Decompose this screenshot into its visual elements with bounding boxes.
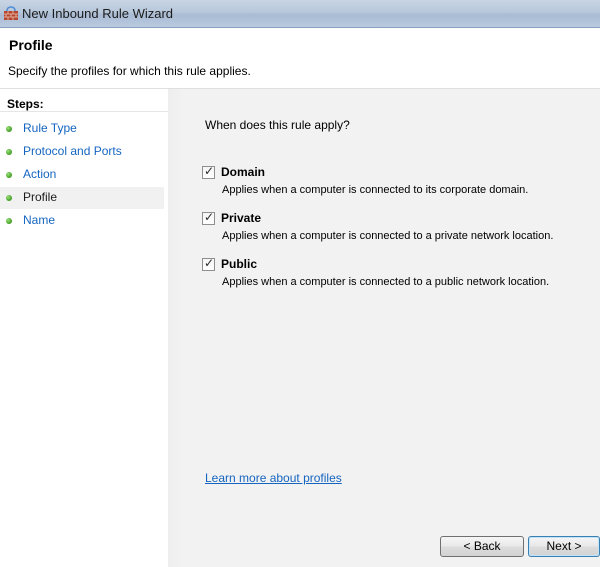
step-profile: Profile [0,187,164,209]
option-description: Applies when a computer is connected to … [222,276,550,288]
page-subtitle: Specify the profiles for which this rule… [8,64,251,78]
option-description: Applies when a computer is connected to … [222,184,529,196]
page-title: Profile [9,37,53,53]
step-rule-type[interactable]: Rule Type [0,118,164,140]
step-label: Name [23,213,56,227]
step-action[interactable]: Action [0,164,164,186]
option-label: Private [221,211,262,225]
back-button[interactable]: < Back [440,536,524,557]
wizard-header: Profile Specify the profiles for which t… [0,28,600,88]
step-protocol-and-ports[interactable]: Protocol and Ports [0,141,164,163]
option-label: Public [221,257,258,271]
profile-question: When does this rule apply? [205,118,350,132]
step-label: Profile [23,190,58,204]
steps-pane: Steps: Rule Type Protocol and Ports Acti… [0,89,168,567]
step-label: Action [23,167,57,181]
green-dot-icon [6,195,12,201]
steps-heading: Steps: [7,97,44,111]
title-bar: New Inbound Rule Wizard [0,0,600,28]
green-dot-icon [6,126,12,132]
step-label: Protocol and Ports [23,144,122,158]
green-dot-icon [6,218,12,224]
green-dot-icon [6,149,12,155]
option-label: Domain [221,165,266,179]
green-dot-icon [6,172,12,178]
learn-more-link[interactable]: Learn more about profiles [205,471,342,485]
option-private[interactable]: Private Applies when a computer is conne… [202,210,582,251]
window-title: New Inbound Rule Wizard [22,6,174,21]
step-label: Rule Type [23,121,77,135]
steps-heading-divider [0,111,168,112]
private-checkbox[interactable] [202,210,215,225]
option-description: Applies when a computer is connected to … [222,230,554,242]
content-pane: When does this rule apply? Domain Applie… [168,89,600,567]
option-domain[interactable]: Domain Applies when a computer is connec… [202,164,582,205]
firewall-icon [4,6,18,20]
option-public[interactable]: Public Applies when a computer is connec… [202,256,582,297]
next-button[interactable]: Next > [528,536,600,557]
public-checkbox[interactable] [202,256,215,271]
step-name[interactable]: Name [0,210,164,232]
domain-checkbox[interactable] [202,164,215,179]
